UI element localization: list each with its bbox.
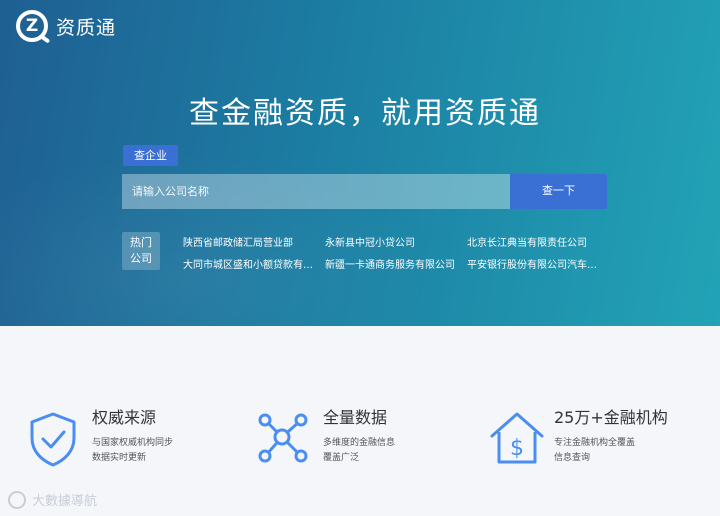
watermark: 大數據導航 — [8, 490, 97, 509]
network-icon — [258, 413, 308, 463]
svg-text:$: $ — [510, 436, 524, 461]
hot-company-link[interactable]: 北京长江典当有限责任公司 — [467, 234, 587, 249]
feature-full-data: 全量数据 多维度的金融信息 覆盖广泛 — [257, 404, 427, 484]
company-search-input[interactable] — [122, 174, 510, 209]
feature-financial-institutions: $ 25万+金融机构 专注金融机构全覆盖 信息查询 — [488, 404, 688, 484]
feature-authoritative-source: 权威来源 与国家权威机构同步 数据实时更新 — [26, 404, 196, 484]
feature-description: 与国家权威机构同步 数据实时更新 — [92, 438, 174, 463]
hero-banner: Z 资质通 查金融资质，就用资质通 查企业 查一下 热门 公司 陕西省邮政储汇局… — [0, 0, 720, 326]
logo-text: 资质通 — [56, 16, 117, 39]
site-logo[interactable]: Z 资质通 — [16, 10, 116, 42]
house-dollar-icon: $ — [490, 412, 544, 464]
hot-company-link[interactable]: 平安银行股份有限公司汽车消... — [467, 256, 603, 271]
hero-headline: 查金融资质，就用资质通 — [189, 96, 541, 131]
hot-companies-label: 热门 公司 — [122, 232, 160, 270]
hot-company-link[interactable]: 永新县中冠小贷公司 — [325, 234, 415, 249]
feature-title: 全量数据 — [323, 408, 388, 427]
hot-company-link[interactable]: 大同市城区盛和小额贷款有限... — [183, 256, 319, 271]
hot-company-link[interactable]: 新疆一卡通商务服务有限公司 — [325, 256, 455, 271]
feature-title: 25万+金融机构 — [554, 408, 668, 427]
shield-check-icon — [30, 412, 76, 467]
search-button[interactable]: 查一下 — [510, 174, 607, 209]
feature-description: 多维度的金融信息 覆盖广泛 — [323, 438, 396, 463]
features-section: 权威来源 与国家权威机构同步 数据实时更新 全量数据 多维度的金融信息 覆盖广泛 — [0, 326, 720, 516]
feature-description: 专注金融机构全覆盖 信息查询 — [554, 438, 636, 463]
watermark-logo-icon — [8, 490, 26, 509]
logo-z-icon: Z — [16, 10, 48, 42]
tab-company-search[interactable]: 查企业 — [123, 145, 178, 166]
feature-title: 权威来源 — [92, 408, 157, 427]
hot-company-link[interactable]: 陕西省邮政储汇局营业部 — [183, 234, 293, 249]
